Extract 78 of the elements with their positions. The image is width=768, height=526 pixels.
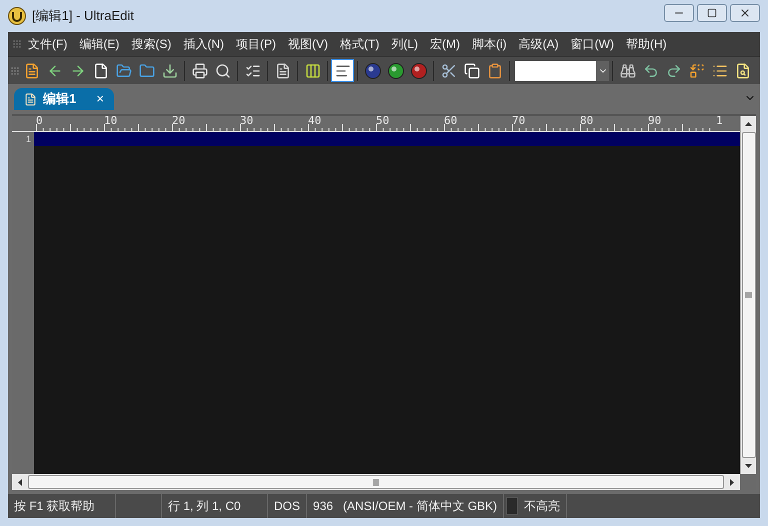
grip-icon	[12, 39, 22, 49]
forward-arrow-icon	[70, 62, 86, 78]
scroll-down-icon	[745, 464, 752, 468]
menu-item[interactable]: 宏(M)	[424, 35, 466, 53]
ruler-label: 50	[376, 116, 390, 128]
binoculars-icon	[620, 62, 636, 78]
magnifier-icon	[214, 62, 230, 78]
status-text: 行 1, 列 1, C0	[168, 498, 241, 515]
scroll-up-icon	[745, 122, 752, 126]
menu-item[interactable]: 高级(A)	[512, 35, 565, 53]
printer-icon	[192, 62, 208, 78]
undo-icon	[642, 62, 658, 78]
menu-item[interactable]: 搜索(S)	[125, 35, 178, 53]
close-icon	[739, 7, 751, 19]
lines-icon	[712, 62, 728, 78]
list-icon	[244, 62, 260, 78]
document-view-button[interactable]	[331, 59, 354, 82]
maximize-icon	[707, 8, 717, 18]
status-text: 936 (ANSI/OEM - 简体中文 GBK)	[313, 498, 498, 515]
ruler-label: 70	[512, 116, 526, 128]
new-file-icon	[24, 62, 40, 78]
ruler-label: 20	[172, 116, 186, 128]
folder-icon	[138, 62, 154, 78]
horizontal-scrollbar[interactable]	[12, 474, 740, 490]
scroll-left-icon	[18, 478, 22, 486]
maximize-button[interactable]	[697, 4, 727, 22]
menu-item[interactable]: 窗口(W)	[564, 35, 620, 53]
app-logo-icon	[8, 7, 26, 25]
cut-icon	[440, 62, 456, 78]
file-search-icon	[734, 62, 750, 78]
menu-item[interactable]: 视图(V)	[282, 35, 334, 53]
window-title: [编辑1] - UltraEdit	[32, 7, 134, 26]
columns-icon	[304, 62, 320, 78]
ruler-label: 90	[648, 116, 662, 128]
status-text: 按 F1 获取帮助	[14, 498, 95, 515]
menu-item[interactable]: 插入(N)	[177, 35, 230, 53]
download-icon	[162, 62, 178, 78]
scroll-right-icon	[730, 478, 734, 486]
menu-item[interactable]: 文件(F)	[22, 35, 74, 53]
document-edit-icon	[274, 62, 290, 78]
menu-item[interactable]: 列(L)	[385, 35, 424, 53]
redo-icon	[666, 62, 682, 78]
sphere-icon	[410, 62, 426, 78]
ruler-label: 1	[716, 116, 723, 128]
menu-item[interactable]: 编辑(E)	[73, 35, 126, 53]
close-button[interactable]	[730, 4, 760, 22]
scroll-thumb[interactable]	[742, 132, 756, 458]
menu-item[interactable]: 帮助(H)	[620, 35, 673, 53]
scroll-thumb[interactable]	[28, 475, 724, 489]
ruler-label: 0	[36, 116, 43, 128]
vertical-scrollbar[interactable]	[740, 116, 756, 474]
line-number: 1	[26, 133, 31, 146]
ruler-label: 80	[580, 116, 594, 128]
ruler-label: 40	[308, 116, 322, 128]
paste-icon	[486, 62, 502, 78]
tab-close-button[interactable]: ×	[96, 89, 104, 109]
sphere-icon	[388, 62, 404, 78]
status-text: DOS	[274, 498, 300, 515]
grip-icon	[10, 66, 20, 76]
grip-lines-icon	[745, 292, 752, 298]
copy-icon	[464, 62, 480, 78]
document-view-icon	[334, 62, 350, 78]
grip-lines-icon	[373, 478, 379, 486]
replace-icon	[688, 62, 704, 78]
menu-item[interactable]: 脚本(i)	[466, 35, 513, 53]
tab[interactable]: 编辑1 ×	[14, 88, 114, 110]
ruler-label: 60	[444, 116, 458, 128]
status-toggle[interactable]	[506, 497, 518, 515]
ruler-label: 30	[240, 116, 254, 128]
status-text: 不高亮	[524, 498, 560, 515]
page-icon	[92, 62, 108, 78]
combo-box[interactable]	[515, 60, 609, 80]
sphere-icon	[364, 62, 380, 78]
ruler-label: 10	[104, 116, 118, 128]
document-icon	[24, 92, 37, 106]
open-folder-icon	[116, 62, 132, 78]
menu-item[interactable]: 格式(T)	[334, 35, 386, 53]
menu-item[interactable]: 项目(P)	[230, 35, 282, 53]
